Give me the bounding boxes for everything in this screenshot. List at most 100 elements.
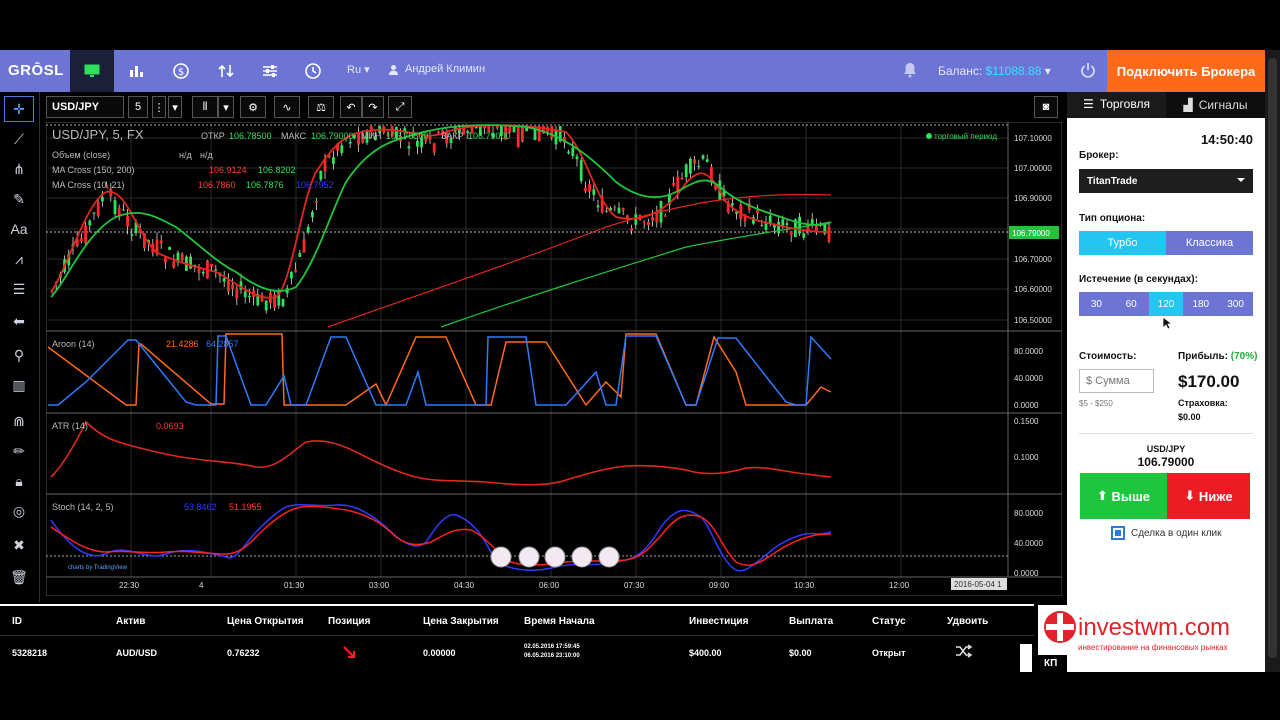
interval-dropdown[interactable]: ⋮ (152, 96, 166, 118)
expiry-300-button[interactable]: 300 (1218, 292, 1253, 316)
arrow-left-icon[interactable]: ⬅ (4, 308, 34, 334)
col-open-price[interactable]: Цена Открытия (227, 616, 304, 627)
fib-icon[interactable]: ☰ (4, 276, 34, 302)
trading-panel: ☰ Торговля ▟ Сигналы 14:50:40 Брокер: Tita… (1067, 92, 1265, 672)
connect-broker-button[interactable]: Подключить Брокера (1107, 50, 1265, 92)
low-value: 106.78500 (386, 131, 429, 141)
put-down-button[interactable]: ⬇ Ниже (1167, 473, 1250, 519)
col-id[interactable]: ID (12, 616, 22, 627)
row-start-time: 02.05.2016 17:59:45 06.05.2016 23:10:00 (524, 644, 580, 659)
amount-input[interactable] (1079, 369, 1154, 393)
candle-body (231, 284, 234, 289)
col-payout[interactable]: Выплата (789, 616, 833, 627)
table-scrollbar[interactable] (1020, 644, 1032, 672)
undo-icon[interactable]: ↶ (340, 96, 362, 118)
candle-body (630, 228, 633, 231)
chart-type-caret-icon[interactable]: ▾ (218, 96, 234, 118)
arrows-updown-icon[interactable] (204, 50, 248, 92)
stoch-value-1: 53.8462 (184, 502, 217, 512)
scrollbar-thumb[interactable] (1268, 58, 1277, 658)
candle-body (227, 280, 230, 292)
aroon-tick-label: 40.0000 (1014, 374, 1043, 383)
candle-body (613, 207, 617, 209)
fullscreen-icon[interactable]: ⤢ (388, 96, 412, 118)
event-marker[interactable] (490, 546, 512, 568)
call-up-button[interactable]: ⬆ Выше (1080, 473, 1167, 519)
col-asset[interactable]: Актив (116, 616, 145, 627)
brush-icon[interactable]: ✎ (4, 186, 34, 212)
tradingview-credit[interactable]: charts by TradingView (68, 565, 128, 571)
user-menu[interactable]: Андрей Климин (388, 63, 485, 75)
camera-icon[interactable]: ◙ (1034, 96, 1058, 118)
fork-icon[interactable]: ⋔ (4, 156, 34, 182)
indicators-icon[interactable]: ∿ (274, 96, 300, 118)
power-icon[interactable] (1080, 62, 1096, 83)
eye-hidden-icon[interactable]: ◎ (4, 498, 34, 524)
compare-icon[interactable]: ⚖ (308, 96, 334, 118)
col-double[interactable]: Удвоить (947, 616, 988, 627)
option-classic-button[interactable]: Классика (1166, 231, 1253, 255)
clock-icon[interactable] (291, 50, 335, 92)
tools-icon[interactable]: ✖ (4, 532, 34, 558)
price-chart[interactable]: 22:30 4 01:30 03:00 04:30 06:00 07:30 09:00 10:3… (46, 122, 1062, 596)
candle-body (571, 147, 575, 157)
table-row[interactable]: 5328218 AUD/USD 0.76232 0.00000 02.05.20… (0, 638, 1034, 668)
event-marker[interactable] (544, 546, 566, 568)
expiry-180-button[interactable]: 180 (1183, 292, 1218, 316)
interval-input[interactable]: 5 (128, 96, 148, 118)
expiry-60-button[interactable]: 60 (1114, 292, 1149, 316)
col-status[interactable]: Статус (872, 616, 906, 627)
option-turbo-button[interactable]: Турбо (1079, 231, 1166, 255)
magnet-icon[interactable]: ⋒ (4, 408, 34, 434)
ma1-value-2: 106.8202 (258, 165, 296, 175)
symbol-input[interactable]: USD/JPY (46, 96, 124, 118)
col-position[interactable]: Позиция (328, 616, 370, 627)
candles-icon[interactable]: ⫴ (192, 96, 218, 118)
shuffle-icon[interactable] (955, 644, 973, 661)
col-investment[interactable]: Инвестиция (689, 616, 748, 627)
gear-icon[interactable]: ⚙ (240, 96, 266, 118)
one-click-checkbox[interactable] (1111, 526, 1125, 540)
trash-icon[interactable]: 🗑︎ (4, 564, 34, 590)
text-tool-icon[interactable]: Aa (4, 216, 34, 242)
bar-chart-icon[interactable] (114, 50, 158, 92)
profit-value: $170.00 (1178, 372, 1240, 391)
arrow-down-icon: ⬇ (1184, 488, 1199, 503)
chart-legend-title: USD/JPY, 5, FX (52, 127, 144, 142)
candle-body (113, 200, 117, 215)
sliders-icon[interactable] (248, 50, 292, 92)
lock-icon[interactable]: 🔒︎ (4, 468, 34, 494)
monitor-icon[interactable] (70, 50, 114, 92)
col-start-time[interactable]: Время Начала (524, 616, 595, 627)
candle-body (672, 182, 675, 186)
interval-caret-icon[interactable]: ▾ (168, 96, 182, 118)
broker-select[interactable]: TitanTrade (1079, 169, 1253, 193)
trend-line-icon[interactable]: ⟋ (4, 126, 34, 152)
redo-icon[interactable]: ↷ (362, 96, 384, 118)
open-value: 106.78500 (229, 131, 272, 141)
investwm-logo: investwm.com инвестирование на финансовы… (1038, 605, 1252, 655)
expiry-120-button[interactable]: 120 (1148, 292, 1184, 316)
tab-signals[interactable]: ▟ Сигналы (1166, 92, 1265, 118)
tab-trading[interactable]: ☰ Торговля (1067, 92, 1166, 118)
event-marker[interactable] (518, 546, 540, 568)
one-click-toggle[interactable]: Сделка в один клик (1111, 526, 1222, 540)
page-scrollbar[interactable] (1265, 50, 1280, 672)
candle-body (357, 132, 360, 145)
col-close-price[interactable]: Цена Закрытия (423, 616, 499, 627)
event-marker[interactable] (598, 546, 620, 568)
pencil-icon[interactable]: ✏ (4, 438, 34, 464)
crosshair-icon[interactable]: ✛ (4, 96, 34, 122)
panel-clock: 14:50:40 (1200, 132, 1253, 147)
bell-icon[interactable] (903, 62, 917, 83)
candle-body (588, 183, 591, 192)
measure-icon[interactable]: ▥ (4, 372, 34, 398)
event-marker[interactable] (571, 546, 593, 568)
language-select[interactable]: Ru ▾ (347, 63, 370, 76)
logo[interactable]: GRŌSL (8, 62, 64, 79)
dollar-icon[interactable]: $ (159, 50, 203, 92)
expiry-30-button[interactable]: 30 (1079, 292, 1114, 316)
zoom-icon[interactable]: ⚲ (4, 342, 34, 368)
pattern-icon[interactable]: ⩘ (4, 246, 34, 272)
chevron-down-icon (1237, 178, 1245, 182)
